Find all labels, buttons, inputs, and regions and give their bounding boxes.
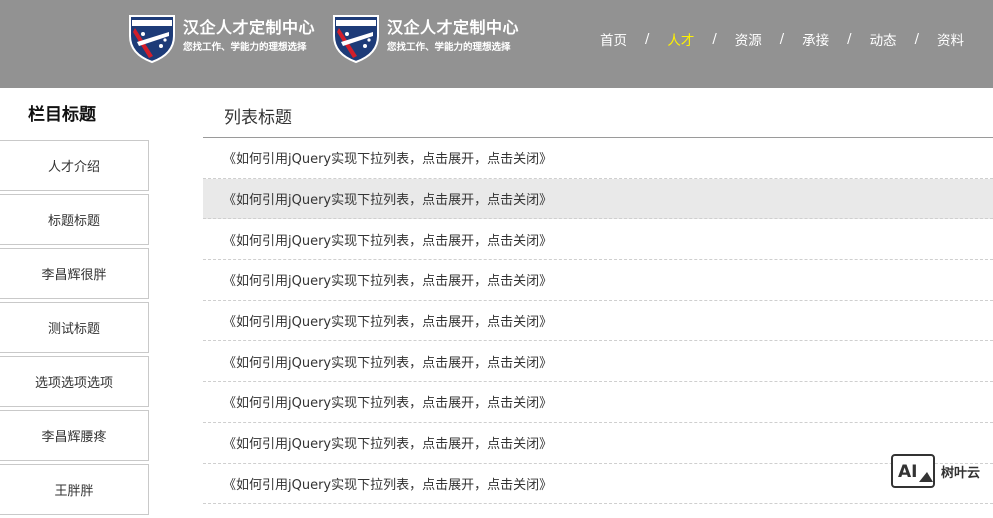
list-item[interactable]: 《如何引用jQuery实现下拉列表，点击展开，点击关闭》 [203, 341, 993, 383]
list-item[interactable]: 《如何引用jQuery实现下拉列表，点击展开，点击关闭》 [203, 464, 993, 505]
watermark: AI 树叶云 [891, 453, 987, 489]
nav-separator: / [914, 31, 919, 47]
nav-separator: / [712, 31, 717, 47]
brand-logo-1[interactable]: 汉企人才定制中心 您找工作、学能力的理想选择 [127, 12, 315, 64]
list-item[interactable]: 《如何引用jQuery实现下拉列表，点击展开，点击关闭》 [203, 423, 993, 464]
shield-logo-icon [333, 15, 379, 64]
article-list: 《如何引用jQuery实现下拉列表，点击展开，点击关闭》 《如何引用jQuery… [203, 138, 993, 505]
nav-item-news[interactable]: 动态 [870, 29, 897, 49]
main-nav: 首页 / 人才 / 资源 / 承接 / 动态 / 资料 [600, 29, 964, 50]
nav-separator: / [645, 31, 650, 47]
brand-subtitle: 您找工作、学能力的理想选择 [387, 42, 511, 53]
sidebar-item[interactable]: 人才介绍 [0, 140, 149, 191]
sidebar-item[interactable]: 选项选项选项 [0, 356, 149, 407]
nav-item-resources[interactable]: 资源 [735, 29, 762, 49]
brand-title: 汉企人才定制中心 [183, 18, 316, 37]
nav-item-talent[interactable]: 人才 [667, 29, 694, 49]
site-header: 汉企人才定制中心 您找工作、学能力的理想选择 汉企人才定制中心 您找工作、学能力… [0, 0, 993, 88]
list-item[interactable]: 《如何引用jQuery实现下拉列表，点击展开，点击关闭》 [203, 138, 993, 179]
brand-subtitle: 您找工作、学能力的理想选择 [183, 42, 307, 53]
list-title: 列表标题 [224, 108, 292, 128]
list-item[interactable]: 《如何引用jQuery实现下拉列表，点击展开，点击关闭》 [203, 382, 993, 423]
list-item-hover[interactable]: 《如何引用jQuery实现下拉列表，点击展开，点击关闭》 [203, 178, 993, 220]
sidebar-menu: 人才介绍 标题标题 李昌辉很胖 测试标题 选项选项选项 李昌辉腰疼 王胖胖 [0, 140, 149, 518]
nav-separator: / [847, 31, 852, 47]
watermark-text: 树叶云 [941, 465, 981, 481]
sidebar-item[interactable]: 李昌辉很胖 [0, 248, 149, 299]
shield-logo-icon [129, 15, 175, 64]
sidebar-item[interactable]: 测试标题 [0, 302, 149, 353]
sidebar-item[interactable]: 标题标题 [0, 194, 149, 245]
brand-title: 汉企人才定制中心 [387, 18, 520, 37]
nav-item-undertake[interactable]: 承接 [802, 29, 829, 49]
nav-separator: / [779, 31, 785, 47]
nav-item-home[interactable]: 首页 [600, 29, 627, 49]
brand-logo-2[interactable]: 汉企人才定制中心 您找工作、学能力的理想选择 [331, 12, 519, 64]
sidebar-item[interactable]: 王胖胖 [0, 464, 149, 515]
list-item[interactable]: 《如何引用jQuery实现下拉列表，点击展开，点击关闭》 [203, 260, 993, 301]
nav-item-materials[interactable]: 资料 [937, 29, 964, 49]
list-item[interactable]: 《如何引用jQuery实现下拉列表，点击展开，点击关闭》 [203, 219, 993, 261]
sidebar-item[interactable]: 李昌辉腰疼 [0, 410, 149, 461]
ai-logo-icon: AI [891, 454, 935, 488]
sidebar-title: 栏目标题 [28, 105, 96, 125]
list-item[interactable]: 《如何引用jQuery实现下拉列表，点击展开，点击关闭》 [203, 301, 993, 342]
watermark-logo-text: AI [898, 462, 917, 482]
